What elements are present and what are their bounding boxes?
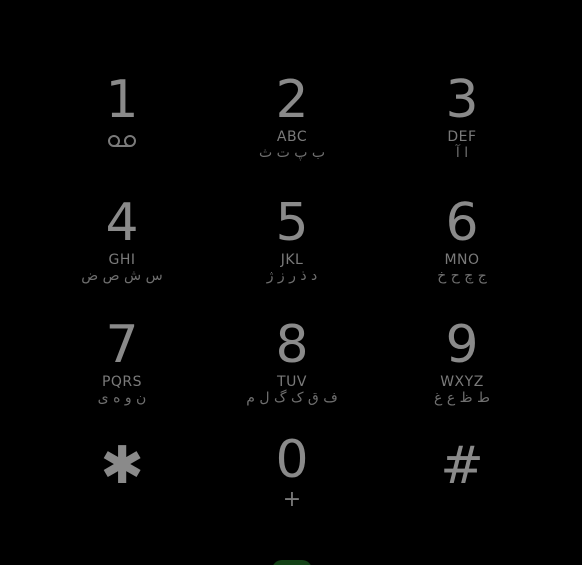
key-7-letters: PQRS xyxy=(101,374,143,390)
key-0[interactable]: 0 + xyxy=(207,432,377,542)
key-0-plus: + xyxy=(282,487,302,512)
key-4[interactable]: 4 GHI س ش ص ض xyxy=(37,195,207,305)
star-symbol: ✱ xyxy=(100,436,144,496)
dialpad: 1 2 ABC ب پ ت ث 3 DEF ا آ 4 GHI س ش ص ض … xyxy=(0,0,582,565)
key-7[interactable]: 7 PQRS ن و ه ی xyxy=(37,317,207,427)
key-9-alt-letters: ط ظ ع غ xyxy=(434,390,490,406)
key-6-digit: 6 xyxy=(445,193,479,253)
key-8-letters: TUV xyxy=(277,374,307,390)
key-6-letters: MNO xyxy=(444,252,480,268)
hash-symbol: # xyxy=(440,436,484,496)
key-3-letters: DEF xyxy=(447,129,477,145)
key-7-alt-letters: ن و ه ی xyxy=(97,390,147,406)
key-2[interactable]: 2 ABC ب پ ت ث xyxy=(207,72,377,182)
key-2-letters: ABC xyxy=(276,129,308,145)
key-7-digit: 7 xyxy=(105,315,139,375)
key-8[interactable]: 8 TUV ف ق ک گ ل م xyxy=(207,317,377,427)
key-6-alt-letters: ج چ ح خ xyxy=(437,268,487,284)
key-3-alt-letters: ا آ xyxy=(455,145,469,161)
key-9-letters: WXYZ xyxy=(440,374,484,390)
key-5-digit: 5 xyxy=(275,193,309,253)
key-9[interactable]: 9 WXYZ ط ظ ع غ xyxy=(377,317,547,427)
key-4-digit: 4 xyxy=(105,193,139,253)
key-1[interactable]: 1 xyxy=(37,72,207,182)
key-3-digit: 3 xyxy=(445,70,479,130)
key-star[interactable]: ✱ xyxy=(37,432,207,542)
key-8-digit: 8 xyxy=(275,315,309,375)
key-8-alt-letters: ف ق ک گ ل م xyxy=(246,390,338,406)
key-hash[interactable]: # xyxy=(377,432,547,542)
key-2-digit: 2 xyxy=(275,70,309,130)
key-2-alt-letters: ب پ ت ث xyxy=(258,145,326,161)
key-5-letters: JKL xyxy=(280,252,304,268)
key-3[interactable]: 3 DEF ا آ xyxy=(377,72,547,182)
key-6[interactable]: 6 MNO ج چ ح خ xyxy=(377,195,547,305)
key-5[interactable]: 5 JKL د ذ ر ز ژ xyxy=(207,195,377,305)
key-4-alt-letters: س ش ص ض xyxy=(81,268,163,284)
key-1-digit: 1 xyxy=(105,70,139,130)
key-5-alt-letters: د ذ ر ز ژ xyxy=(266,268,318,284)
key-4-letters: GHI xyxy=(108,252,136,268)
call-button[interactable] xyxy=(272,560,312,565)
key-0-digit: 0 xyxy=(275,430,309,490)
voicemail-icon xyxy=(107,128,137,148)
key-9-digit: 9 xyxy=(445,315,479,375)
